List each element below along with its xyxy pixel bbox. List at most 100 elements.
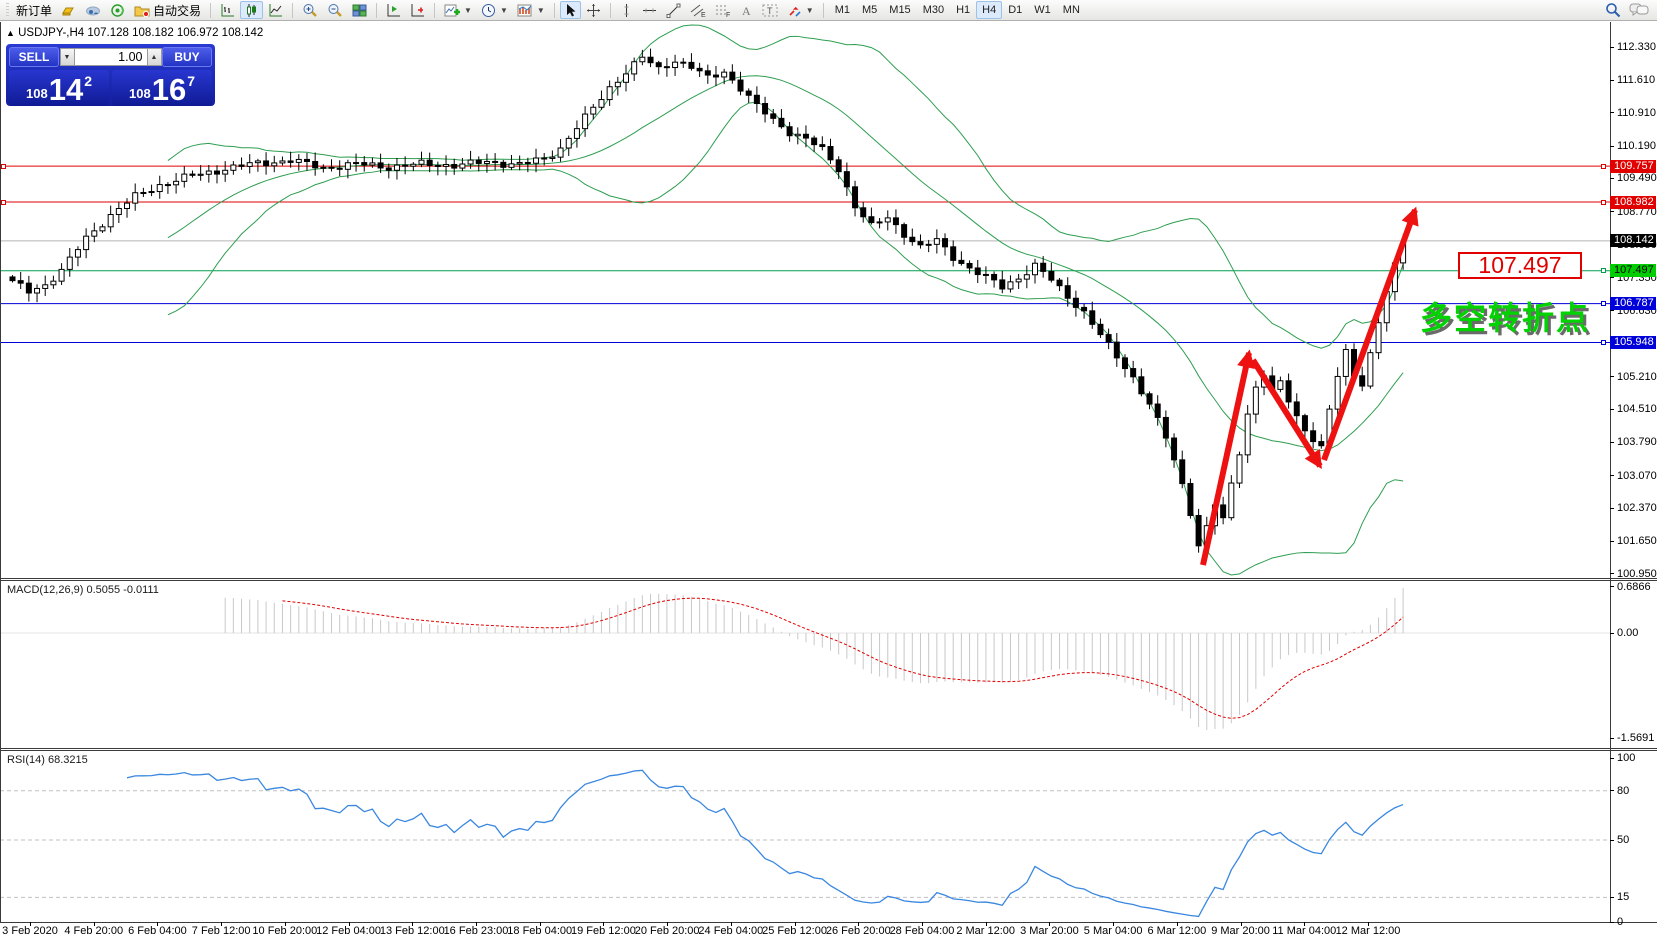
timeframe-button-m1[interactable]: M1 — [829, 1, 856, 19]
line-anchor-handle[interactable] — [1, 199, 6, 205]
auto-scroll-icon — [387, 3, 401, 16]
chevron-down-icon: ▼ — [805, 5, 814, 15]
toolbar-separator — [553, 2, 555, 18]
line-chart-type-button[interactable] — [264, 1, 287, 19]
equidistant-channel-button[interactable]: E — [686, 1, 710, 19]
chevron-down-icon: ▼ — [464, 5, 472, 15]
price-axis-tick — [1610, 211, 1614, 213]
buy-price-display[interactable]: 108 16 7 — [112, 70, 212, 106]
price-axis-tick — [1610, 310, 1614, 312]
panel-divider[interactable] — [0, 748, 1657, 749]
rsi-axis-label: 50 — [1617, 834, 1630, 846]
price-badge: 107.497 — [1610, 264, 1656, 278]
rsi-axis-tick — [1610, 839, 1614, 841]
text-button[interactable]: A — [736, 1, 757, 19]
signals-button[interactable] — [106, 1, 129, 19]
toolbar-separator — [292, 2, 294, 18]
candle-chart-type-button[interactable] — [240, 1, 264, 19]
community-button[interactable] — [81, 1, 105, 19]
template-icon — [517, 4, 532, 16]
fibonacci-button[interactable]: F — [711, 1, 735, 19]
toolbar-separator — [822, 2, 824, 18]
crosshair-button[interactable] — [582, 1, 605, 19]
rsi-axis-label: 100 — [1617, 752, 1636, 764]
price-axis-border — [1610, 22, 1611, 922]
timeframe-button-m30[interactable]: M30 — [917, 1, 950, 19]
autotrade-button[interactable]: 自动交易 — [130, 1, 205, 19]
tile-windows-button[interactable] — [348, 1, 371, 19]
rsi-plot — [0, 769, 1610, 918]
zoom-in-button[interactable] — [298, 1, 322, 19]
panel-divider[interactable] — [0, 580, 1657, 581]
line-anchor-handle[interactable] — [1601, 163, 1606, 169]
rsi-label: RSI(14) 68.3215 — [7, 754, 88, 766]
sell-price-display[interactable]: 108 14 2 — [9, 70, 109, 106]
toolbar-separator — [210, 2, 212, 18]
chart-shift-button[interactable] — [406, 1, 429, 19]
line-anchor-handle[interactable] — [1601, 301, 1606, 307]
timeframe-button-mn[interactable]: MN — [1057, 1, 1086, 19]
price-tick-label: 101.650 — [1617, 535, 1657, 548]
one-click-trading-panel: SELL ▼ ▲ BUY 108 14 2 108 16 7 — [6, 44, 215, 106]
toolbar-separator — [376, 2, 378, 18]
gold-chart-button[interactable] — [57, 1, 80, 19]
line-anchor-handle[interactable] — [1, 163, 6, 169]
arrow-objects-icon — [789, 6, 801, 17]
timeframe-button-m5[interactable]: M5 — [856, 1, 883, 19]
toolbar-separator — [434, 2, 436, 18]
new-order-label: 新订单 — [16, 3, 53, 18]
line-anchor-handle[interactable] — [1601, 339, 1606, 345]
line-anchor-handle[interactable] — [1601, 268, 1606, 274]
line-anchor-handle[interactable] — [1601, 199, 1606, 205]
sell-price-prefix: 108 — [26, 86, 48, 101]
vertical-line-button[interactable] — [616, 1, 637, 19]
auto-scroll-button[interactable] — [382, 1, 405, 19]
rsi-axis-label: 15 — [1617, 891, 1630, 904]
annotation-text[interactable]: 多空转折点 — [1420, 293, 1590, 339]
timeframe-button-h4[interactable]: H4 — [976, 1, 1003, 19]
price-tick-label: 109.490 — [1617, 172, 1657, 185]
collapse-trade-panel-icon[interactable]: ▲ — [6, 28, 15, 38]
horizontal-line-button[interactable] — [638, 1, 661, 19]
buy-button[interactable]: BUY — [162, 47, 212, 67]
price-text-object[interactable]: 107.497 — [1458, 252, 1582, 279]
volume-decrease-button[interactable]: ▼ — [59, 48, 75, 66]
timeframe-button-m15[interactable]: M15 — [883, 1, 916, 19]
chat-bubbles-icon — [1629, 3, 1649, 16]
price-badge: 106.787 — [1610, 297, 1656, 311]
price-axis-tick — [1610, 145, 1614, 147]
chat-button[interactable] — [1625, 1, 1653, 19]
new-order-button[interactable]: 新订单 — [12, 1, 56, 19]
macd-plot — [0, 588, 1610, 731]
cursor-button[interactable] — [559, 1, 581, 19]
trendline-button[interactable] — [662, 1, 685, 19]
search-button[interactable] — [1601, 1, 1625, 19]
zoom-in-icon — [303, 3, 317, 17]
crosshair-icon — [586, 3, 600, 17]
text-label-icon: T — [762, 4, 778, 16]
price-axis-tick — [1610, 112, 1614, 114]
bar-chart-type-button[interactable] — [216, 1, 239, 19]
templates-button[interactable]: ▼ — [513, 1, 549, 19]
price-axis-tick — [1610, 408, 1614, 410]
indicators-button[interactable]: ▼ — [440, 1, 476, 19]
panel-divider[interactable] — [0, 578, 1657, 579]
macd-axis-tick — [1610, 737, 1614, 739]
sell-button[interactable]: SELL — [9, 47, 59, 67]
volume-increase-button[interactable]: ▲ — [146, 48, 162, 66]
periods-button[interactable]: ▼ — [477, 1, 512, 19]
timeframe-button-h1[interactable]: H1 — [950, 1, 976, 19]
timeframe-button-w1[interactable]: W1 — [1028, 1, 1057, 19]
panel-divider[interactable] — [0, 750, 1657, 751]
arrows-button[interactable]: ▼ — [783, 1, 818, 19]
toolbar-grip — [6, 3, 9, 17]
indicators-icon — [444, 4, 461, 16]
search-icon — [1606, 3, 1621, 18]
zoom-out-button[interactable] — [323, 1, 347, 19]
text-label-button[interactable]: T — [758, 1, 782, 19]
volume-input[interactable] — [74, 48, 147, 66]
vertical-line-icon — [624, 3, 629, 17]
chart-title: ▲ USDJPY-,H4 107.128 108.182 106.972 108… — [6, 27, 263, 39]
timeframe-button-d1[interactable]: D1 — [1002, 1, 1028, 19]
chevron-down-icon: ▼ — [499, 5, 508, 15]
